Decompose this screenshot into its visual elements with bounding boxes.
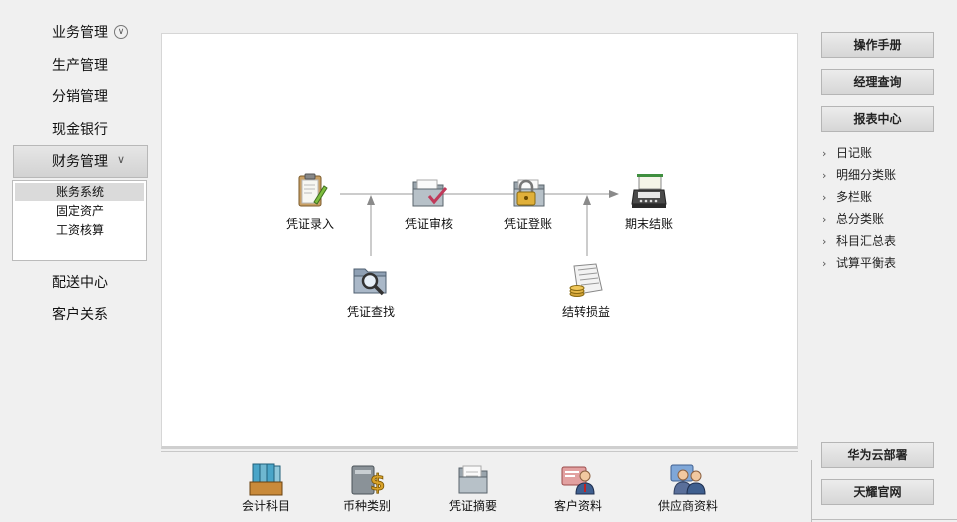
shortcut-label: 币种类别 <box>342 499 391 513</box>
node-label: 凭证录入 <box>285 217 334 231</box>
voucher-review-node[interactable]: 凭证审核 <box>384 172 474 232</box>
nav-item-cash-bank[interactable]: 现金银行 <box>13 114 148 146</box>
submenu-item-label: 工资核算 <box>56 223 105 237</box>
report-link-trial-balance[interactable]: › 试算平衡表 <box>822 254 896 272</box>
folder-docs-icon <box>454 462 492 496</box>
huawei-cloud-button[interactable]: 华为云部署 <box>821 442 934 468</box>
submenu-item-ledger[interactable]: 账务系统 <box>15 183 144 201</box>
voucher-post-node[interactable]: 凭证登账 <box>483 172 573 232</box>
chevron-right-icon: › <box>822 257 827 270</box>
nav-item-delivery[interactable]: 配送中心 <box>13 267 148 299</box>
finance-submenu: 账务系统 固定资产 工资核算 <box>12 180 147 261</box>
report-link-label: 多栏账 <box>836 190 873 204</box>
chevron-right-icon: › <box>822 147 827 160</box>
cash-register-icon <box>629 172 669 212</box>
nav-item-label: 生产管理 <box>52 58 108 74</box>
report-link-label: 日记账 <box>836 146 873 160</box>
shortcut-label: 会计科目 <box>241 499 290 513</box>
shortcut-voucher-summary[interactable]: 凭证摘要 <box>433 462 513 514</box>
nav-item-label: 财务管理 <box>52 154 108 170</box>
official-site-button[interactable]: 天耀官网 <box>821 479 934 505</box>
supplier-people-icon <box>669 462 707 496</box>
binders-icon <box>247 462 285 496</box>
chevron-right-icon: › <box>822 169 827 182</box>
nav-item-finance[interactable]: 财务管理 ∨ <box>13 145 148 178</box>
nav-item-label: 配送中心 <box>52 275 108 291</box>
profit-transfer-node[interactable]: 结转损益 <box>541 260 631 320</box>
nav-item-crm[interactable]: 客户关系 <box>13 299 148 331</box>
chevron-right-icon: › <box>822 213 827 226</box>
chevron-down-icon[interactable]: ∨ <box>114 25 128 39</box>
shortcut-customers[interactable]: 客户资料 <box>538 462 618 514</box>
nav-item-business[interactable]: 业务管理 ∨ <box>13 17 148 49</box>
shortcut-currency[interactable]: $ 币种类别 <box>327 462 407 514</box>
clipboard-pen-icon <box>290 172 330 212</box>
shortcut-divider <box>161 451 798 452</box>
customer-card-icon <box>559 462 597 496</box>
nav-item-label: 业务管理 <box>52 25 108 41</box>
submenu-item-label: 账务系统 <box>56 185 105 199</box>
voucher-entry-node[interactable]: 凭证录入 <box>265 172 355 232</box>
workflow-panel: 凭证录入 凭证审核 凭证登账 期末结账 凭证查找 结转损益 <box>161 33 798 449</box>
report-link-label: 明细分类账 <box>836 168 897 182</box>
ledger-coins-icon <box>566 260 606 300</box>
node-label: 期末结账 <box>624 217 673 231</box>
submenu-item-label: 固定资产 <box>56 204 105 218</box>
currency-icon: $ <box>348 462 386 496</box>
nav-item-label: 分销管理 <box>52 89 108 105</box>
shortcut-label: 凭证摘要 <box>448 499 497 513</box>
report-link-label: 科目汇总表 <box>836 234 897 248</box>
folder-check-icon <box>409 172 449 212</box>
report-link-label: 总分类账 <box>836 212 885 226</box>
nav-item-production[interactable]: 生产管理 <box>13 50 148 82</box>
submenu-item-payroll[interactable]: 工资核算 <box>15 221 144 239</box>
report-link-multi-column[interactable]: › 多栏账 <box>822 188 872 206</box>
chevron-right-icon: › <box>822 235 827 248</box>
report-link-general-ledger[interactable]: › 总分类账 <box>822 210 884 228</box>
corner-divider-bottom <box>811 519 957 520</box>
svg-text:$: $ <box>370 471 385 496</box>
node-label: 结转损益 <box>561 305 610 319</box>
chevron-double-down-icon[interactable]: ∨ <box>114 154 128 168</box>
period-close-node[interactable]: 期末结账 <box>604 172 694 232</box>
nav-item-label: 现金银行 <box>52 122 108 138</box>
report-link-account-summary[interactable]: › 科目汇总表 <box>822 232 896 250</box>
submenu-item-fixed-assets[interactable]: 固定资产 <box>15 202 144 220</box>
node-label: 凭证登账 <box>503 217 552 231</box>
report-link-journal[interactable]: › 日记账 <box>822 144 872 162</box>
shortcut-suppliers[interactable]: 供应商资料 <box>648 462 728 514</box>
folder-lock-icon <box>508 172 548 212</box>
shortcut-label: 客户资料 <box>553 499 602 513</box>
nav-item-label: 客户关系 <box>52 307 108 323</box>
report-center-button[interactable]: 报表中心 <box>821 106 934 132</box>
nav-item-distribution[interactable]: 分销管理 <box>13 81 148 113</box>
voucher-search-node[interactable]: 凭证查找 <box>326 260 416 320</box>
shortcut-label: 供应商资料 <box>657 499 718 513</box>
manual-button[interactable]: 操作手册 <box>821 32 934 58</box>
chevron-right-icon: › <box>822 191 827 204</box>
manager-query-button[interactable]: 经理查询 <box>821 69 934 95</box>
folder-search-icon <box>351 260 391 300</box>
workflow-arrows <box>340 190 619 256</box>
report-link-detail-ledger[interactable]: › 明细分类账 <box>822 166 896 184</box>
shortcut-accounts[interactable]: 会计科目 <box>226 462 306 514</box>
corner-divider <box>811 460 812 522</box>
node-label: 凭证查找 <box>346 305 395 319</box>
report-link-label: 试算平衡表 <box>836 256 897 270</box>
node-label: 凭证审核 <box>404 217 453 231</box>
